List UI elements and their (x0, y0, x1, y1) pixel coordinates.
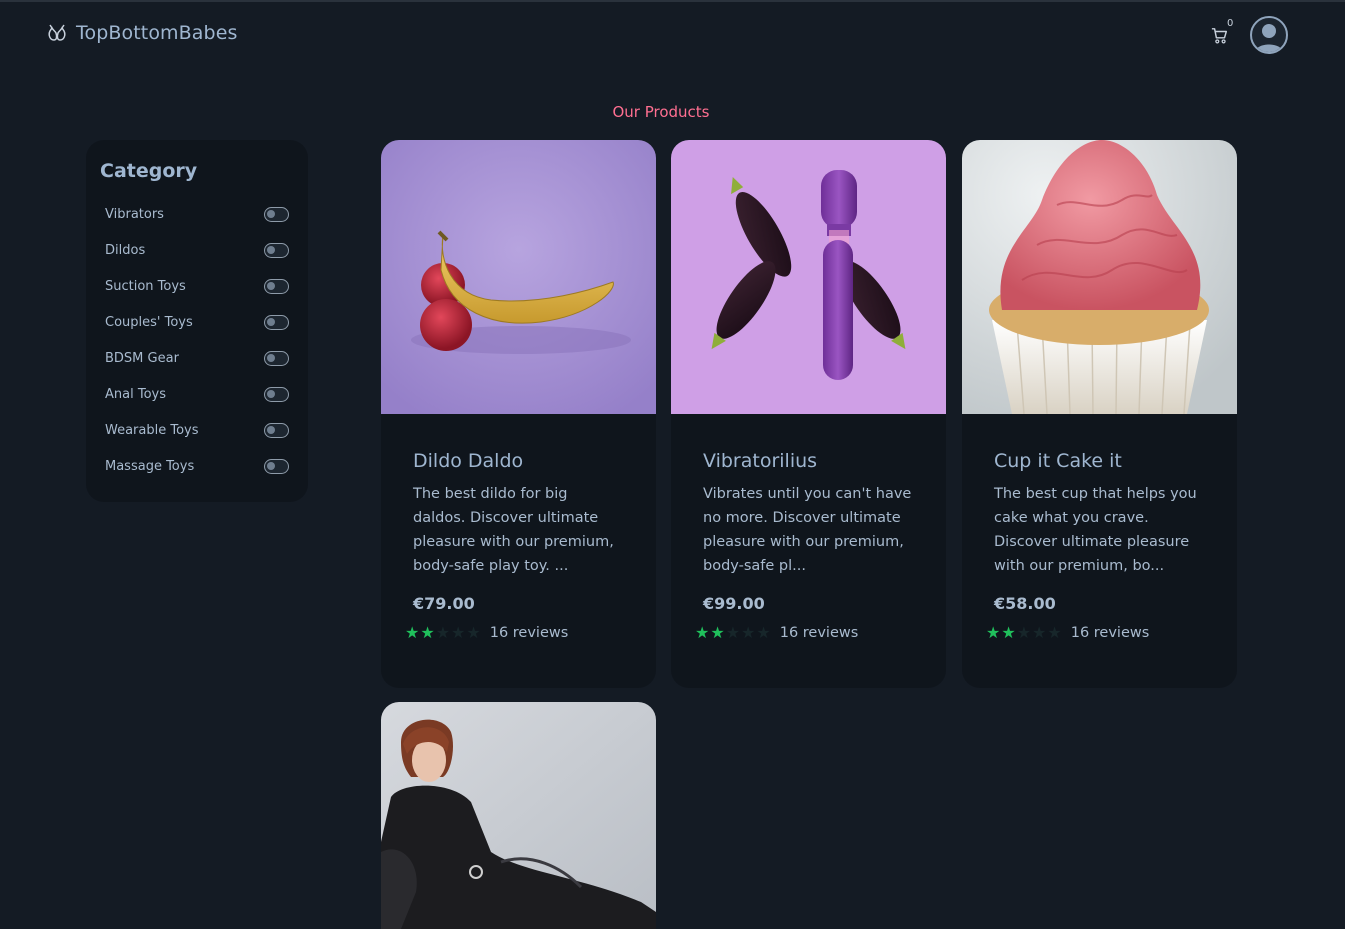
product-price: €79.00 (413, 594, 475, 613)
product-description: The best dildo for big daldos. Discover … (413, 486, 614, 574)
category-toggle[interactable] (264, 350, 289, 366)
product-description: The best cup that helps you cake what yo… (994, 486, 1197, 574)
product-card[interactable]: Vibratorilius Vibrates until you can't h… (671, 140, 946, 688)
review-count[interactable]: 16 reviews (780, 625, 859, 641)
category-toggle[interactable] (264, 386, 289, 402)
site-header: TopBottomBabes 0 (0, 2, 1345, 68)
product-rating: ★ ★ ★ ★ ★ 16 reviews (405, 625, 624, 642)
section-title: Our Products (612, 103, 710, 121)
category-label: Vibrators (105, 206, 164, 222)
category-couples-toys: Couples' Toys (100, 304, 294, 340)
category-label: BDSM Gear (105, 350, 179, 366)
product-card[interactable] (381, 702, 656, 929)
star-icon: ★ (451, 623, 466, 642)
category-toggle[interactable] (264, 314, 289, 330)
star-rating: ★ ★ ★ ★ ★ (405, 625, 481, 641)
star-icon: ★ (435, 623, 451, 642)
star-icon: ★ (695, 623, 710, 642)
star-icon: ★ (741, 623, 756, 642)
category-toggle[interactable] (264, 242, 289, 258)
star-icon: ★ (756, 623, 771, 642)
star-icon: ★ (405, 623, 420, 642)
category-toggle[interactable] (264, 458, 289, 474)
category-bdsm-gear: BDSM Gear (100, 340, 294, 376)
product-price: €99.00 (703, 594, 765, 613)
product-image[interactable] (671, 140, 946, 414)
brand-name: TopBottomBabes (76, 22, 238, 44)
star-icon: ★ (725, 623, 741, 642)
product-rating: ★ ★ ★ ★ ★ 16 reviews (986, 625, 1205, 642)
category-toggle[interactable] (264, 206, 289, 222)
category-label: Suction Toys (105, 278, 186, 294)
user-icon (1255, 24, 1283, 52)
cart-count: 0 (1227, 18, 1234, 29)
star-rating: ★ ★ ★ ★ ★ (986, 625, 1062, 641)
brand-logo[interactable]: TopBottomBabes (46, 22, 237, 44)
category-anal-toys: Anal Toys (100, 376, 294, 412)
user-avatar[interactable] (1250, 16, 1288, 54)
category-label: Anal Toys (105, 386, 166, 402)
cart-button[interactable]: 0 (1211, 18, 1235, 48)
category-vibrators: Vibrators (100, 196, 294, 232)
review-count[interactable]: 16 reviews (1071, 625, 1150, 641)
product-image[interactable] (381, 140, 656, 414)
category-toggle[interactable] (264, 278, 289, 294)
category-label: Couples' Toys (105, 314, 193, 330)
star-icon: ★ (710, 623, 725, 642)
category-label: Massage Toys (105, 458, 195, 474)
category-dildos: Dildos (100, 232, 294, 268)
star-icon: ★ (1047, 623, 1062, 642)
category-suction-toys: Suction Toys (100, 268, 294, 304)
product-image[interactable] (381, 702, 656, 929)
product-description: Vibrates until you can't have no more. D… (703, 486, 912, 574)
review-count[interactable]: 16 reviews (490, 625, 569, 641)
product-title[interactable]: Cup it Cake it (994, 450, 1205, 472)
product-price: €58.00 (994, 594, 1056, 613)
product-card[interactable]: Cup it Cake it The best cup that helps y… (962, 140, 1237, 688)
category-massage-toys: Massage Toys (100, 448, 294, 484)
star-icon: ★ (986, 623, 1001, 642)
product-rating: ★ ★ ★ ★ ★ 16 reviews (695, 625, 914, 642)
star-icon: ★ (1001, 623, 1016, 642)
category-toggle[interactable] (264, 422, 289, 438)
brand-icon (46, 22, 68, 44)
star-icon: ★ (420, 623, 435, 642)
star-icon: ★ (1032, 623, 1047, 642)
cart-icon (1211, 28, 1228, 44)
category-label: Dildos (105, 242, 146, 258)
product-image[interactable] (962, 140, 1237, 414)
star-icon: ★ (1016, 623, 1032, 642)
sidebar-title: Category (100, 160, 198, 182)
product-title[interactable]: Dildo Daldo (413, 450, 624, 472)
category-label: Wearable Toys (105, 422, 199, 438)
star-icon: ★ (466, 623, 481, 642)
category-sidebar: Category Vibrators Dildos Suction Toys C… (86, 140, 308, 502)
product-title[interactable]: Vibratorilius (703, 450, 914, 472)
star-rating: ★ ★ ★ ★ ★ (695, 625, 771, 641)
category-wearable-toys: Wearable Toys (100, 412, 294, 448)
product-card[interactable]: Dildo Daldo The best dildo for big daldo… (381, 140, 656, 688)
